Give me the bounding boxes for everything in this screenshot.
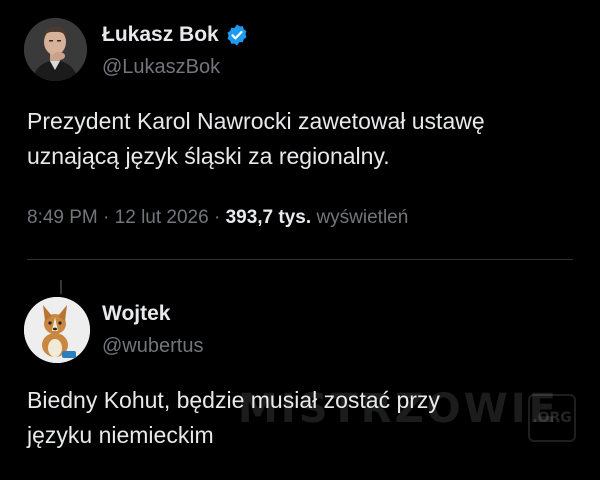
tweet-time[interactable]: 8:49 PM: [27, 207, 98, 228]
divider: [27, 259, 573, 260]
thread-line: [60, 280, 62, 294]
tweet-text-line: Prezydent Karol Nawrocki zawetował ustaw…: [27, 108, 485, 134]
tweet-text-line: uznającą język śląski za regionalny.: [27, 143, 390, 169]
tweet-main: Łukasz Bok @LukaszBok Prezydent Karol Na…: [0, 0, 600, 262]
tweet-reply: Wojtek @wubertus Biedny Kohut, będzie mu…: [0, 262, 600, 480]
avatar-lukasz-bok[interactable]: [24, 18, 87, 81]
author-display-name[interactable]: Wojtek: [102, 301, 170, 327]
avatar-image: [24, 297, 90, 363]
meta-separator: ·: [213, 207, 221, 228]
verified-badge-icon[interactable]: [225, 23, 249, 47]
author-handle[interactable]: @wubertus: [102, 334, 203, 358]
views-count[interactable]: 393,7 tys.: [226, 207, 312, 228]
tweet-date[interactable]: 12 lut 2026: [115, 207, 209, 228]
views-label: wyświetleń: [316, 207, 409, 228]
tweet-text: Prezydent Karol Nawrocki zawetował ustaw…: [27, 104, 587, 174]
avatar-wojtek[interactable]: [24, 297, 90, 363]
tweet-meta: 8:49 PM · 12 lut 2026 · 393,7 tys. wyświ…: [27, 205, 408, 231]
watermark-text: MISTRZOWIE: [238, 386, 559, 432]
watermark-badge: .ORG: [528, 394, 576, 442]
author-row: Łukasz Bok: [102, 22, 249, 48]
author-handle[interactable]: @LukaszBok: [102, 55, 220, 79]
avatar-image: [24, 18, 87, 81]
author-display-name[interactable]: Łukasz Bok: [102, 22, 219, 48]
meta-separator: ·: [103, 207, 110, 228]
